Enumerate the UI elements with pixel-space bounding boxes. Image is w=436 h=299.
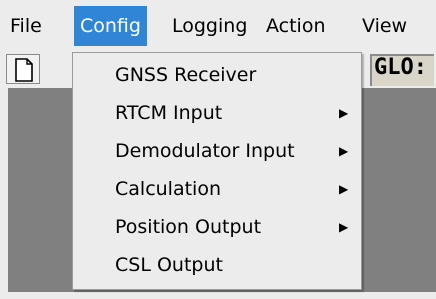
menu-view[interactable]: View	[356, 6, 413, 46]
menu-item-label: GNSS Receiver	[115, 64, 257, 86]
submenu-arrow-icon: ▶	[339, 144, 349, 158]
menu-config[interactable]: Config	[74, 6, 147, 46]
menu-bar: File Config Logging Action View	[0, 0, 436, 52]
menu-item-calculation[interactable]: Calculation ▶	[73, 171, 361, 207]
new-document-button[interactable]	[6, 54, 40, 84]
config-menu-dropdown: GNSS Receiver RTCM Input ▶ Demodulator I…	[72, 52, 362, 290]
menu-item-label: Position Output	[115, 216, 262, 238]
menu-item-demodulator-input[interactable]: Demodulator Input ▶	[73, 133, 361, 169]
menu-item-gnss-receiver[interactable]: GNSS Receiver	[73, 57, 361, 93]
menu-action[interactable]: Action	[260, 6, 332, 46]
menu-logging[interactable]: Logging	[166, 6, 253, 46]
menu-item-rtcm-input[interactable]: RTCM Input ▶	[73, 95, 361, 131]
menu-item-position-output[interactable]: Position Output ▶	[73, 209, 361, 245]
submenu-arrow-icon: ▶	[339, 182, 349, 196]
menu-item-label: Demodulator Input	[115, 140, 295, 162]
menu-item-label: RTCM Input	[115, 102, 223, 124]
menu-item-csl-output[interactable]: CSL Output	[73, 247, 361, 283]
menu-item-label: Calculation	[115, 178, 221, 200]
readout-text: GLO:	[374, 55, 427, 80]
blank-page-icon	[15, 58, 33, 82]
menu-file[interactable]: File	[4, 6, 48, 46]
menu-item-label: CSL Output	[115, 254, 223, 276]
submenu-arrow-icon: ▶	[339, 220, 349, 234]
app-window: File Config Logging Action View GLO: GNS…	[0, 0, 436, 299]
status-readout: GLO:	[370, 54, 434, 86]
submenu-arrow-icon: ▶	[339, 106, 349, 120]
